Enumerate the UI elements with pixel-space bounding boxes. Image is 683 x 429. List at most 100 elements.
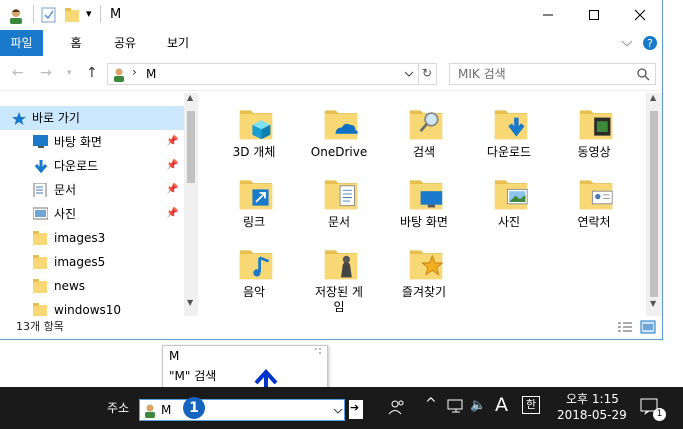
file-item[interactable]: 문서: [297, 167, 381, 233]
back-icon[interactable]: ←: [12, 65, 24, 81]
address-user-icon: [114, 68, 124, 82]
content-scroll-up-icon[interactable]: ▲: [650, 93, 656, 102]
sidebar-item[interactable]: images5: [0, 250, 184, 274]
file-item[interactable]: 연락처: [552, 167, 636, 233]
file-item-label: 음악: [242, 285, 266, 299]
sidebar-item-label: 다운로드: [54, 159, 99, 173]
scroll-down-icon[interactable]: ▼: [187, 298, 193, 307]
details-view-icon[interactable]: [617, 321, 633, 335]
tab-share[interactable]: 공유: [104, 30, 146, 56]
pin-icon[interactable]: 📌: [166, 178, 178, 202]
file-item-label: 바탕 화면: [400, 215, 448, 229]
maximize-button[interactable]: [571, 0, 617, 30]
ime-mode[interactable]: A: [495, 394, 508, 416]
tab-home[interactable]: 홈: [60, 30, 92, 56]
search-suggestion-item[interactable]: "M" 검색: [169, 367, 216, 384]
sidebar-scrollbar[interactable]: ▲ ▼: [184, 93, 198, 316]
user-icon[interactable]: [7, 6, 25, 24]
suggestion-item[interactable]: M: [169, 349, 179, 363]
sidebar-item[interactable]: 바탕 화면 📌: [0, 130, 184, 154]
address-dropdown-icon[interactable]: [404, 70, 414, 78]
sidebar-item[interactable]: news: [0, 274, 184, 298]
file-item[interactable]: 3D 개체: [212, 97, 296, 163]
clock-time[interactable]: 오후 1:15: [566, 390, 619, 407]
step-badge: 1: [183, 397, 205, 419]
people-icon[interactable]: [388, 398, 406, 416]
notification-badge: 1: [653, 408, 666, 421]
file-item-label: 다운로드: [486, 145, 532, 159]
tab-file[interactable]: 파일: [0, 30, 43, 56]
sidebar-item[interactable]: 문서 📌: [0, 178, 184, 202]
file-item[interactable]: 링크: [212, 167, 296, 233]
pin-icon[interactable]: 📌: [166, 154, 178, 178]
pin-icon[interactable]: 📌: [166, 130, 178, 154]
download-icon: [34, 160, 48, 173]
recent-locations-icon[interactable]: ▾: [67, 68, 72, 78]
file-item[interactable]: 음악: [212, 237, 296, 303]
file-item-label: 저장된 게 임: [315, 285, 363, 314]
file-item-label: 즐겨찾기: [401, 285, 447, 299]
file-item[interactable]: 즐겨찾기: [382, 237, 466, 303]
3d-objects-folder-icon: [239, 110, 273, 140]
documents-folder-icon: [324, 180, 358, 210]
ribbon-tabs: 파일 홈 공유 보기 ?: [0, 30, 662, 56]
resize-grip-icon[interactable]: [313, 347, 325, 357]
address-path[interactable]: M: [146, 67, 156, 81]
file-item[interactable]: 바탕 화면: [382, 167, 466, 233]
file-item[interactable]: 저장된 게 임: [297, 237, 381, 314]
explorer-window: ▾ M 파일 홈 공유 보기 ? ← → ▾ ↑ › M ↻ MIK 검색 바로…: [0, 0, 663, 340]
clock-date[interactable]: 2018-05-29: [557, 408, 627, 422]
minimize-button[interactable]: [525, 0, 571, 30]
forward-icon[interactable]: →: [40, 65, 52, 81]
large-icons-view-icon[interactable]: [640, 320, 656, 334]
close-button[interactable]: [617, 0, 663, 30]
refresh-icon[interactable]: ↻: [422, 66, 432, 80]
file-item[interactable]: 검색: [382, 97, 466, 163]
tab-view[interactable]: 보기: [157, 30, 199, 56]
star-icon: [12, 112, 26, 125]
file-item-label: 검색: [412, 145, 436, 159]
minimize-icon: [543, 14, 553, 16]
go-arrow-icon: ➔: [350, 401, 360, 414]
file-item[interactable]: OneDrive: [297, 97, 381, 163]
volume-icon[interactable]: 🔈: [470, 398, 486, 413]
taskbar-address-dropdown-icon[interactable]: [333, 407, 343, 415]
content-scroll-thumb[interactable]: [650, 111, 658, 297]
sidebar-item[interactable]: 바로 가기: [0, 106, 184, 130]
svg-text:?: ?: [647, 37, 653, 50]
sidebar-item[interactable]: windows10: [0, 298, 184, 316]
ime-hangul-indicator[interactable]: 한: [522, 396, 540, 414]
sidebar-scroll-thumb[interactable]: [187, 111, 195, 183]
search-icon: [637, 68, 650, 81]
qat-divider: [33, 5, 34, 23]
file-item-label: OneDrive: [310, 145, 368, 159]
properties-icon[interactable]: [41, 7, 57, 23]
sidebar-item-label: images3: [54, 231, 106, 245]
taskbar-address-input[interactable]: M 1: [139, 397, 345, 421]
help-icon[interactable]: ?: [642, 35, 658, 51]
sidebar-item[interactable]: images3: [0, 226, 184, 250]
address-bar[interactable]: › M ↻: [107, 63, 437, 85]
address-go-button[interactable]: ➔: [349, 400, 363, 419]
contacts-folder-icon: [579, 180, 613, 210]
show-hidden-icons[interactable]: ^: [425, 396, 437, 412]
file-item[interactable]: 다운로드: [467, 97, 551, 163]
up-icon[interactable]: ↑: [86, 65, 98, 81]
close-icon: [634, 9, 646, 21]
search-input[interactable]: MIK 검색: [449, 63, 656, 85]
content-scrollbar[interactable]: ▲ ▼: [646, 93, 662, 316]
qat-dropdown-icon[interactable]: ▾: [86, 7, 92, 20]
pin-icon[interactable]: 📌: [166, 202, 178, 226]
file-item[interactable]: 동영상: [552, 97, 636, 163]
content-scroll-down-icon[interactable]: ▼: [650, 299, 656, 308]
taskbar-user-icon: [145, 404, 155, 418]
new-folder-icon[interactable]: [64, 7, 80, 23]
scroll-up-icon[interactable]: ▲: [187, 93, 193, 102]
window-title: M: [110, 7, 122, 22]
ribbon-expand-icon[interactable]: [621, 38, 633, 48]
sidebar-item[interactable]: 다운로드 📌: [0, 154, 184, 178]
network-icon[interactable]: [447, 399, 465, 415]
sidebar-item[interactable]: 사진 📌: [0, 202, 184, 226]
desktop-icon: [33, 135, 48, 148]
file-item[interactable]: 사진: [467, 167, 551, 233]
